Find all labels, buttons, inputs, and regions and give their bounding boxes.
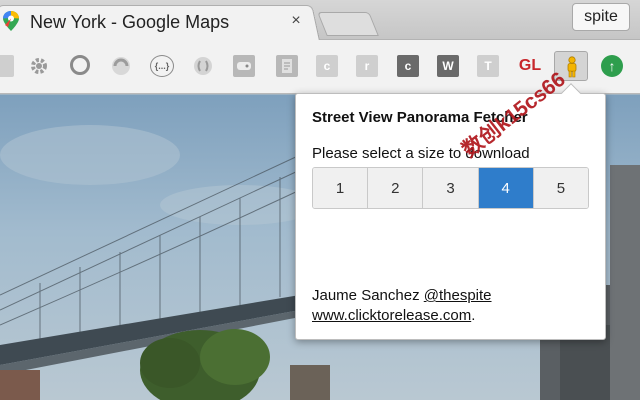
pegman-icon — [567, 56, 577, 78]
credits: Jaume Sanchez @thespite www.clicktorelea… — [312, 286, 492, 326]
tab-close-icon[interactable]: × — [287, 12, 305, 30]
author-name: Jaume Sanchez — [312, 287, 420, 304]
w-icon[interactable]: W — [437, 55, 459, 77]
active-tab[interactable]: New York - Google Maps × — [0, 3, 318, 39]
credit-period: . — [471, 307, 476, 324]
tab-strip: New York - Google Maps × spite — [0, 0, 640, 42]
size-selector: 1 2 3 4 5 — [312, 167, 589, 209]
json-icon[interactable]: {...} — [150, 55, 174, 77]
size-prompt: Please select a size to download — [312, 145, 530, 162]
t-icon[interactable]: T — [477, 55, 499, 77]
circle-icon[interactable] — [70, 55, 90, 75]
google-maps-icon — [3, 11, 19, 31]
gamepad-icon[interactable] — [233, 55, 255, 77]
profile-button[interactable]: spite — [572, 3, 630, 31]
document-icon[interactable] — [276, 55, 298, 77]
bracket-icon[interactable] — [192, 55, 214, 77]
size-button-3[interactable]: 3 — [423, 168, 479, 208]
size-button-5[interactable]: 5 — [533, 168, 588, 208]
swirl-icon[interactable] — [110, 55, 132, 77]
size-button-4[interactable]: 4 — [478, 168, 534, 208]
size-button-1[interactable]: 1 — [313, 168, 369, 208]
new-tab-button[interactable] — [317, 12, 379, 36]
upload-icon[interactable]: ↑ — [601, 55, 623, 77]
tab-title: New York - Google Maps — [30, 12, 230, 32]
size-button-2[interactable]: 2 — [368, 168, 424, 208]
c-icon[interactable]: c — [316, 55, 338, 77]
camera-icon[interactable] — [0, 55, 14, 77]
gear-icon[interactable] — [28, 55, 50, 77]
c-dark-icon[interactable]: c — [397, 55, 419, 77]
author-website-link[interactable]: www.clicktorelease.com — [312, 307, 471, 324]
author-twitter-link[interactable]: @thespite — [424, 287, 492, 304]
extension-popup: Street View Panorama Fetcher Please sele… — [295, 83, 606, 340]
r-icon[interactable]: r — [356, 55, 378, 77]
